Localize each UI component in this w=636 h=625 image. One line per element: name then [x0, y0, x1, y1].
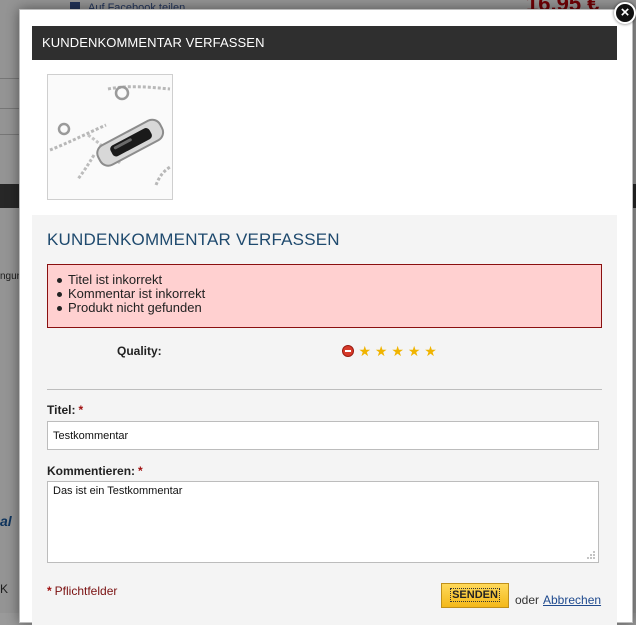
comment-text: Das ist ein Testkommentar [53, 485, 183, 497]
close-icon[interactable]: × [614, 2, 636, 24]
send-button-label: SENDEN [450, 588, 500, 602]
resize-grip-icon[interactable] [586, 550, 596, 560]
cancel-link[interactable]: Abbrechen [543, 593, 601, 607]
or-text: oder [515, 593, 540, 607]
required-marker: * [138, 464, 143, 478]
star-icon[interactable]: ★ [424, 344, 437, 358]
rating-reset-icon[interactable] [342, 345, 354, 357]
star-icon[interactable]: ★ [391, 344, 404, 358]
star-icon[interactable]: ★ [375, 344, 388, 358]
title-label-text: Titel: [47, 403, 76, 417]
title-field-label: Titel: * [47, 403, 83, 417]
error-item: Kommentar ist inkorrekt [57, 287, 601, 301]
send-button[interactable]: SENDEN [441, 583, 509, 608]
comment-textarea[interactable]: Das ist ein Testkommentar [47, 481, 599, 563]
review-modal: KUNDENKOMMENTAR VERFASSEN KUNDENKOMMENTA… [19, 9, 633, 625]
star-icon[interactable]: ★ [358, 344, 371, 358]
form-title: KUNDENKOMMENTAR VERFASSEN [47, 230, 340, 249]
error-messages: Titel ist inkorrekt Kommentar ist inkorr… [47, 264, 602, 328]
title-input[interactable]: Testkommentar [47, 421, 599, 450]
error-list: Titel ist inkorrekt Kommentar ist inkorr… [48, 265, 601, 315]
required-fields-note: * Pflichtfelder [47, 584, 117, 598]
review-form: KUNDENKOMMENTAR VERFASSEN Titel ist inko… [32, 215, 617, 625]
required-marker: * [78, 403, 84, 417]
required-marker: * [47, 584, 52, 598]
required-note-text: Pflichtfelder [54, 584, 118, 598]
comment-label-text: Kommentieren: [47, 464, 136, 478]
error-item: Titel ist inkorrekt [57, 273, 601, 287]
quality-rating: ★ ★ ★ ★ ★ [342, 344, 437, 358]
quality-label: Quality: [117, 344, 162, 358]
comment-field-label: Kommentieren: * [47, 464, 143, 478]
bracelet-image [49, 85, 171, 186]
modal-header-title: KUNDENKOMMENTAR VERFASSEN [32, 26, 617, 60]
form-divider [47, 389, 602, 390]
error-item: Produkt nicht gefunden [57, 301, 601, 315]
star-icon[interactable]: ★ [408, 344, 421, 358]
product-image [47, 74, 173, 200]
